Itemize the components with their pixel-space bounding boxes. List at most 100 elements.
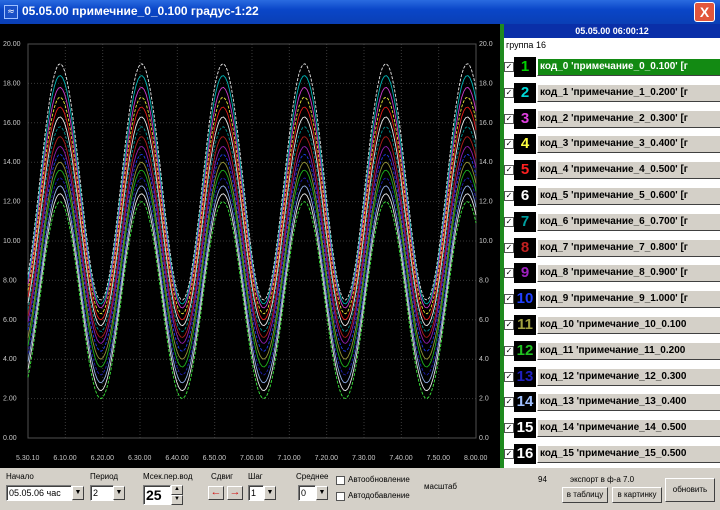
series-visible-checkbox[interactable]: ✓ — [504, 242, 514, 253]
series-label[interactable]: код_11 'примечание_11_0.200 — [537, 341, 720, 360]
series-visible-checkbox[interactable]: ✓ — [504, 320, 514, 330]
shift-left-button[interactable]: ← — [208, 486, 224, 500]
series-number: 16 — [514, 444, 536, 464]
series-label[interactable]: код_6 'примечание_6_0.700' [г — [537, 212, 720, 231]
series-label[interactable]: код_1 'примечание_1_0.200' [г — [537, 83, 720, 102]
start-dropdown-button[interactable]: ▼ — [72, 486, 84, 500]
y-tick-label-left: 12.00 — [3, 199, 21, 206]
y-tick-label-left: 6.00 — [3, 317, 17, 324]
series-row[interactable]: ✓ 13 код_12 'примечание_12_0.300 — [504, 364, 720, 390]
series-row[interactable]: ✓ 3 код_2 'примечание_2_0.300' [г — [504, 106, 720, 132]
series-visible-checkbox[interactable]: ✓ — [504, 294, 514, 305]
series-number: 14 — [514, 392, 536, 413]
close-button[interactable]: X — [694, 2, 715, 22]
series-label[interactable]: код_2 'примечание_2_0.300' [г — [537, 109, 720, 128]
series-number: 1 — [514, 57, 536, 77]
series-label[interactable]: код_14 'примечание_14_0.500 — [537, 419, 720, 438]
mspp-spin-down[interactable]: ▼ — [171, 495, 183, 505]
series-visible-checkbox[interactable]: ✓ — [504, 62, 514, 72]
controls-bar: Начало 05.05.06 час ▼ Период 2 ▼ Мсек.пе… — [0, 468, 720, 510]
series-label[interactable]: код_12 'примечание_12_0.300 — [537, 367, 720, 386]
average-select[interactable]: 0 — [298, 485, 316, 501]
series-number: 10 — [514, 289, 536, 310]
series-row[interactable]: ✓ 5 код_4 'примечание_4_0.500' [г — [504, 157, 720, 183]
series-number: 9 — [514, 263, 536, 284]
chart-area[interactable]: 0.00 0.0 2.00 2.0 4.00 4.0 6.00 6.0 8.00 8.0 10.00… — [0, 24, 500, 468]
series-visible-checkbox[interactable]: ✓ — [504, 371, 514, 382]
series-label[interactable]: код_5 'примечание_5_0.600' [г — [537, 187, 720, 205]
period-select[interactable]: 2 — [90, 485, 114, 501]
step-select[interactable]: 1 — [248, 485, 264, 501]
series-number: 3 — [514, 108, 536, 129]
x-tick-label: 6.20.00 — [91, 455, 114, 462]
series-label[interactable]: код_8 'примечание_8_0.900' [г — [537, 264, 720, 283]
series-row[interactable]: ✓ 9 код_8 'примечание_8_0.900' [г — [504, 260, 720, 286]
series-label[interactable]: код_10 'примечание_10_0.100 — [537, 316, 720, 334]
series-visible-checkbox[interactable]: ✓ — [504, 113, 514, 124]
y-tick-label-right: 18.0 — [479, 80, 493, 87]
panel-timestamp: 05.05.00 06:00:12 — [504, 24, 720, 38]
series-visible-checkbox[interactable]: ✓ — [504, 268, 514, 279]
series-number: 7 — [514, 211, 536, 232]
export-picture-button[interactable]: в картинку — [612, 487, 662, 503]
series-label[interactable]: код_7 'примечание_7_0.800' [г — [537, 238, 720, 257]
series-label[interactable]: код_13 'примечание_13_0.400 — [537, 393, 720, 412]
series-label[interactable]: код_4 'примечание_4_0.500' [г — [537, 161, 720, 180]
autoupdate-label: Автодобавление — [348, 491, 410, 500]
series-visible-checkbox[interactable]: ✓ — [504, 216, 514, 227]
y-tick-label-right: 10.0 — [479, 238, 493, 245]
series-row[interactable]: ✓ 14 код_13 'примечание_13_0.400 — [504, 389, 720, 415]
refresh-button[interactable]: обновить — [665, 478, 715, 502]
shift-right-button[interactable]: → — [227, 486, 243, 500]
y-tick-label-left: 0.00 — [3, 435, 17, 442]
series-label[interactable]: код_3 'примечание_3_0.400' [г — [537, 135, 720, 154]
series-visible-checkbox[interactable]: ✓ — [504, 449, 514, 459]
step-dropdown-button[interactable]: ▼ — [264, 486, 276, 500]
export-label: экспорт в ф-а 7.0 — [570, 475, 635, 484]
series-row[interactable]: ✓ 10 код_9 'примечание_9_1.000' [г — [504, 286, 720, 312]
series-row[interactable]: ✓ 12 код_11 'примечание_11_0.200 — [504, 338, 720, 364]
series-row[interactable]: ✓ 6 код_5 'примечание_5_0.600' [г — [504, 183, 720, 209]
average-dropdown-button[interactable]: ▼ — [316, 486, 328, 500]
start-datetime-field[interactable]: 05.05.06 час — [6, 485, 72, 501]
series-row[interactable]: ✓ 2 код_1 'примечание_1_0.200' [г — [504, 80, 720, 106]
series-visible-checkbox[interactable]: ✓ — [504, 397, 514, 408]
series-visible-checkbox[interactable]: ✓ — [504, 345, 514, 356]
series-visible-checkbox[interactable]: ✓ — [504, 139, 514, 150]
series-row[interactable]: ✓ 7 код_6 'примечание_6_0.700' [г — [504, 209, 720, 235]
y-tick-label-left: 18.00 — [3, 80, 21, 87]
step-label: Шаг — [248, 472, 263, 481]
series-number: 13 — [514, 366, 536, 387]
autoscale-checkbox[interactable] — [336, 476, 345, 485]
x-tick-label: 6.50.00 — [203, 455, 226, 462]
export-table-button[interactable]: в таблицу — [562, 487, 608, 503]
x-tick-label: 5.30.10 — [16, 455, 39, 462]
series-row[interactable]: ✓ 16 код_15 'примечание_15_0.500 — [504, 441, 720, 467]
mspp-field[interactable]: 25 — [143, 485, 171, 505]
series-visible-checkbox[interactable]: ✓ — [504, 191, 514, 201]
start-label: Начало — [6, 472, 34, 481]
series-row[interactable]: ✓ 15 код_14 'примечание_14_0.500 — [504, 415, 720, 441]
series-label[interactable]: код_0 'примечание_0_0.100' [г — [537, 58, 720, 76]
series-row[interactable]: ✓ 1 код_0 'примечание_0_0.100' [г — [504, 54, 720, 80]
series-visible-checkbox[interactable]: ✓ — [504, 165, 514, 176]
title-bar[interactable]: ≈ 05.05.00 примечние_0_0.100 градус-1:22… — [0, 0, 720, 24]
y-tick-label-right: 4.0 — [479, 356, 489, 363]
autoupdate-checkbox[interactable] — [336, 492, 345, 501]
period-dropdown-button[interactable]: ▼ — [113, 486, 125, 500]
series-visible-checkbox[interactable]: ✓ — [504, 423, 514, 434]
mspp-spin-up[interactable]: ▲ — [171, 485, 183, 495]
mspp-label: Мсек.пер.вод — [143, 472, 193, 481]
x-tick-label: 7.30.00 — [352, 455, 375, 462]
series-row[interactable]: ✓ 8 код_7 'примечание_7_0.800' [г — [504, 235, 720, 261]
series-label[interactable]: код_15 'примечание_15_0.500 — [537, 445, 720, 463]
series-row[interactable]: ✓ 4 код_3 'примечание_3_0.400' [г — [504, 131, 720, 157]
series-visible-checkbox[interactable]: ✓ — [504, 87, 514, 98]
x-tick-label: 7.20.00 — [315, 455, 338, 462]
window-title: 05.05.00 примечние_0_0.100 градус-1:22 — [22, 4, 259, 18]
average-label: Среднее — [296, 472, 329, 481]
series-row[interactable]: ✓ 11 код_10 'примечание_10_0.100 — [504, 312, 720, 338]
x-tick-label: 6.40.00 — [165, 455, 188, 462]
x-tick-label: 7.50.00 — [427, 455, 450, 462]
series-label[interactable]: код_9 'примечание_9_1.000' [г — [537, 290, 720, 309]
